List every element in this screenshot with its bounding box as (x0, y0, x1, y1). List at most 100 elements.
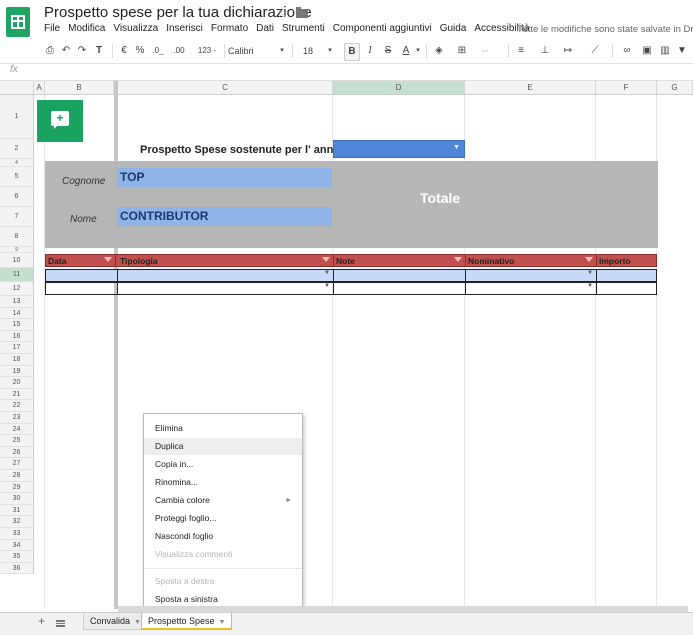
menu-strumenti[interactable]: Strumenti (282, 23, 325, 39)
filter-icon[interactable]: ▼ (676, 43, 688, 59)
row-header[interactable]: 22 (0, 400, 34, 412)
row-header[interactable]: 7 (0, 207, 34, 227)
star-icon[interactable]: ☆ (276, 4, 289, 21)
filter-icon[interactable] (585, 257, 593, 262)
row-header[interactable]: 17 (0, 342, 34, 354)
document-title[interactable]: Prospetto spese per la tua dichiarazione (44, 4, 312, 21)
row-header[interactable]: 18 (0, 354, 34, 366)
menu-guida[interactable]: Guida (440, 23, 467, 39)
row-header[interactable]: 6 (0, 187, 34, 207)
menu-item-elimina[interactable]: Elimina (144, 420, 302, 437)
align-vertical-icon[interactable]: ⊥ (538, 43, 552, 59)
filter-icon[interactable] (454, 257, 462, 262)
row-header[interactable]: 20 (0, 377, 34, 389)
column-header-f[interactable]: F (596, 81, 657, 95)
menu-item-nascondi-foglio[interactable]: Nascondi foglio (144, 528, 302, 545)
row-header[interactable]: 28 (0, 470, 34, 482)
decimal-decrease-button[interactable]: .0_ (150, 43, 166, 59)
paint-format-icon[interactable]: T (93, 43, 105, 59)
menu-modifica[interactable]: Modifica (68, 23, 105, 39)
menu-item-duplica[interactable]: Duplica (144, 438, 302, 455)
align-horizontal-icon[interactable]: ≡ (514, 43, 528, 59)
row-header[interactable]: 24 (0, 423, 34, 436)
row-header[interactable]: 8 (0, 227, 34, 247)
text-color-arrow-icon[interactable]: ▾ (414, 43, 422, 59)
menu-item-cambia-colore[interactable]: Cambia colore ► (144, 492, 302, 509)
header-nominativo[interactable]: Nominativo (466, 255, 597, 266)
font-family-dropdown[interactable]: Calibri (228, 43, 284, 59)
add-sheet-icon[interactable]: + (38, 614, 45, 628)
row-header[interactable]: 27 (0, 458, 34, 470)
cell-importo[interactable] (597, 283, 656, 294)
column-header-g[interactable]: G (657, 81, 693, 95)
row-header[interactable]: 1 (0, 95, 34, 139)
row-header[interactable]: 36 (0, 562, 34, 575)
italic-button[interactable]: I (364, 43, 376, 59)
number-format-dropdown[interactable]: 123 - (194, 43, 220, 59)
undo-icon[interactable]: ↶ (60, 43, 72, 59)
table-row[interactable]: ▼ ▼ (45, 269, 657, 282)
filter-icon[interactable] (322, 257, 330, 262)
column-header-c[interactable]: C (118, 81, 333, 95)
row-header[interactable]: 21 (0, 388, 34, 401)
row-header[interactable]: 10 (0, 253, 34, 268)
font-size-dropdown[interactable]: 18 (298, 43, 318, 59)
column-header-e[interactable]: E (465, 81, 596, 95)
currency-button[interactable]: € (118, 43, 130, 59)
row-header[interactable]: 32 (0, 516, 34, 528)
column-header-d[interactable]: D (333, 81, 465, 95)
row-header[interactable]: 2 (0, 139, 34, 159)
menu-file[interactable]: File (44, 23, 60, 39)
row-header[interactable]: 15 (0, 319, 34, 331)
row-header[interactable]: 16 (0, 330, 34, 343)
cell-data[interactable] (46, 270, 118, 281)
menu-dati[interactable]: Dati (256, 23, 274, 39)
row-header[interactable]: 25 (0, 435, 34, 447)
borders-icon[interactable]: ⊞ (455, 43, 469, 59)
percent-button[interactable]: % (134, 43, 146, 59)
menu-item-rinomina[interactable]: Rinomina... (144, 474, 302, 491)
cell-tipologia[interactable]: ▼ (118, 270, 334, 281)
text-rotation-icon[interactable]: ⟋ (588, 43, 602, 59)
cell-data[interactable] (46, 283, 118, 294)
menu-visualizza[interactable]: Visualizza (113, 23, 158, 39)
sheet-tab-prospetto-spese[interactable]: Prospetto Spese ▼ (141, 613, 233, 630)
sheet-tab-convalida[interactable]: Convalida ▼ (83, 613, 148, 630)
menu-formato[interactable]: Formato (211, 23, 248, 39)
menu-item-copia-in[interactable]: Copia in... (144, 456, 302, 473)
cognome-field[interactable]: TOP (117, 168, 332, 187)
bold-button[interactable]: B (344, 43, 360, 61)
tab-menu-arrow-icon[interactable]: ▼ (134, 619, 141, 626)
header-note[interactable]: Note (334, 255, 466, 266)
nome-field[interactable]: CONTRIBUTOR (117, 207, 332, 226)
print-icon[interactable]: ⎙ (44, 43, 56, 59)
fill-color-icon[interactable]: ◈ (432, 43, 446, 59)
table-row[interactable]: ▼ ▼ (45, 282, 657, 295)
cell-tipologia[interactable]: ▼ (118, 283, 334, 294)
select-all-corner[interactable] (0, 81, 34, 95)
row-header[interactable]: 14 (0, 307, 34, 320)
cell-note[interactable] (334, 270, 466, 281)
header-importo[interactable]: Importo (597, 255, 656, 266)
text-wrap-icon[interactable]: ↦ (560, 43, 576, 59)
merge-cells-icon[interactable]: ⇔ (478, 43, 492, 59)
row-header[interactable]: 29 (0, 481, 34, 494)
row-header[interactable]: 33 (0, 528, 34, 540)
row-header[interactable]: 26 (0, 446, 34, 459)
chart-icon[interactable]: ▥ (658, 43, 672, 59)
text-color-button[interactable]: A (400, 43, 412, 59)
column-header-b[interactable]: B (45, 81, 114, 95)
formula-bar[interactable] (0, 64, 693, 81)
row-header[interactable]: 4 (0, 159, 34, 167)
strikethrough-button[interactable]: S (382, 43, 394, 59)
row-header[interactable]: 34 (0, 539, 34, 552)
row-header[interactable]: 30 (0, 493, 34, 505)
header-data[interactable]: Data (46, 255, 116, 266)
column-header-a[interactable]: A (34, 81, 45, 95)
comment-icon[interactable]: ▣ (640, 43, 654, 59)
dropdown-arrow-icon[interactable]: ▼ (324, 283, 330, 289)
folder-icon[interactable] (296, 7, 308, 18)
header-tipologia[interactable]: Tipologia (118, 255, 334, 266)
menu-item-proteggi-foglio[interactable]: Proteggi foglio... (144, 510, 302, 527)
row-header[interactable]: 31 (0, 504, 34, 517)
